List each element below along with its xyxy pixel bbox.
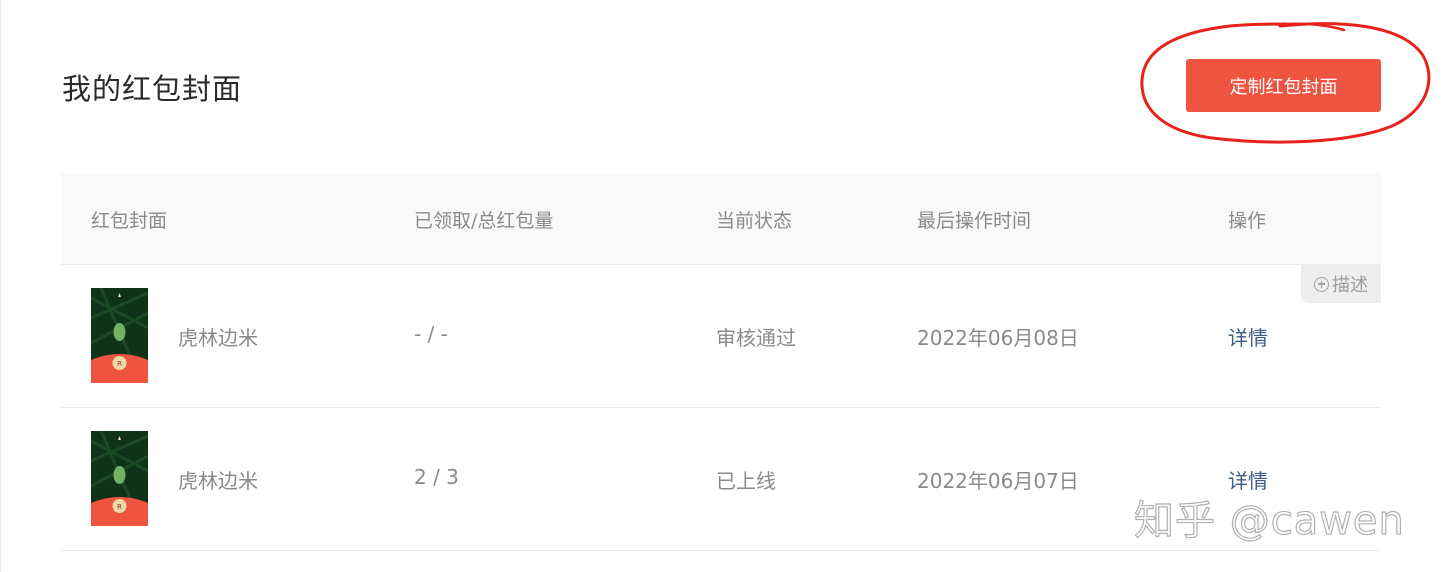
- status-text: 审核通过: [716, 326, 796, 350]
- status-text: 已上线: [716, 469, 776, 493]
- header-status: 当前状态: [716, 210, 793, 232]
- plus-circle-icon: [1314, 276, 1329, 292]
- header-last-operation-time: 最后操作时间: [917, 210, 1032, 232]
- cover-name: 虎林边米: [178, 469, 258, 493]
- table-header: 红包封面 已领取/总红包量 当前状态 最后操作时间 操作: [61, 173, 1381, 265]
- watermark: 知乎 @cawen: [1133, 497, 1405, 544]
- claimed-total: - / -: [414, 322, 448, 346]
- describe-tag[interactable]: 描述: [1301, 265, 1381, 303]
- header-cover: 红包封面: [91, 210, 168, 232]
- last-operation-time: 2022年06月08日: [917, 326, 1079, 350]
- create-cover-button[interactable]: 定制红包封面: [1186, 59, 1381, 112]
- table-row: R 虎林边米 - / - 审核通过 2022年06月08日 详情 描述: [61, 265, 1381, 408]
- cover-name: 虎林边米: [178, 326, 258, 350]
- svg-text:R: R: [117, 360, 122, 368]
- header-claimed-total: 已领取/总红包量: [414, 210, 554, 232]
- claimed-total: 2 / 3: [414, 465, 459, 489]
- detail-link[interactable]: 详情: [1228, 322, 1268, 351]
- header-action: 操作: [1228, 210, 1267, 232]
- cover-thumbnail-image: R: [91, 431, 148, 526]
- svg-text:R: R: [117, 503, 122, 511]
- page-title: 我的红包封面: [62, 72, 243, 106]
- describe-label: 描述: [1332, 275, 1368, 296]
- page-left-border: [0, 0, 1, 572]
- cover-thumbnail-image: R: [91, 288, 148, 383]
- last-operation-time: 2022年06月07日: [917, 469, 1079, 493]
